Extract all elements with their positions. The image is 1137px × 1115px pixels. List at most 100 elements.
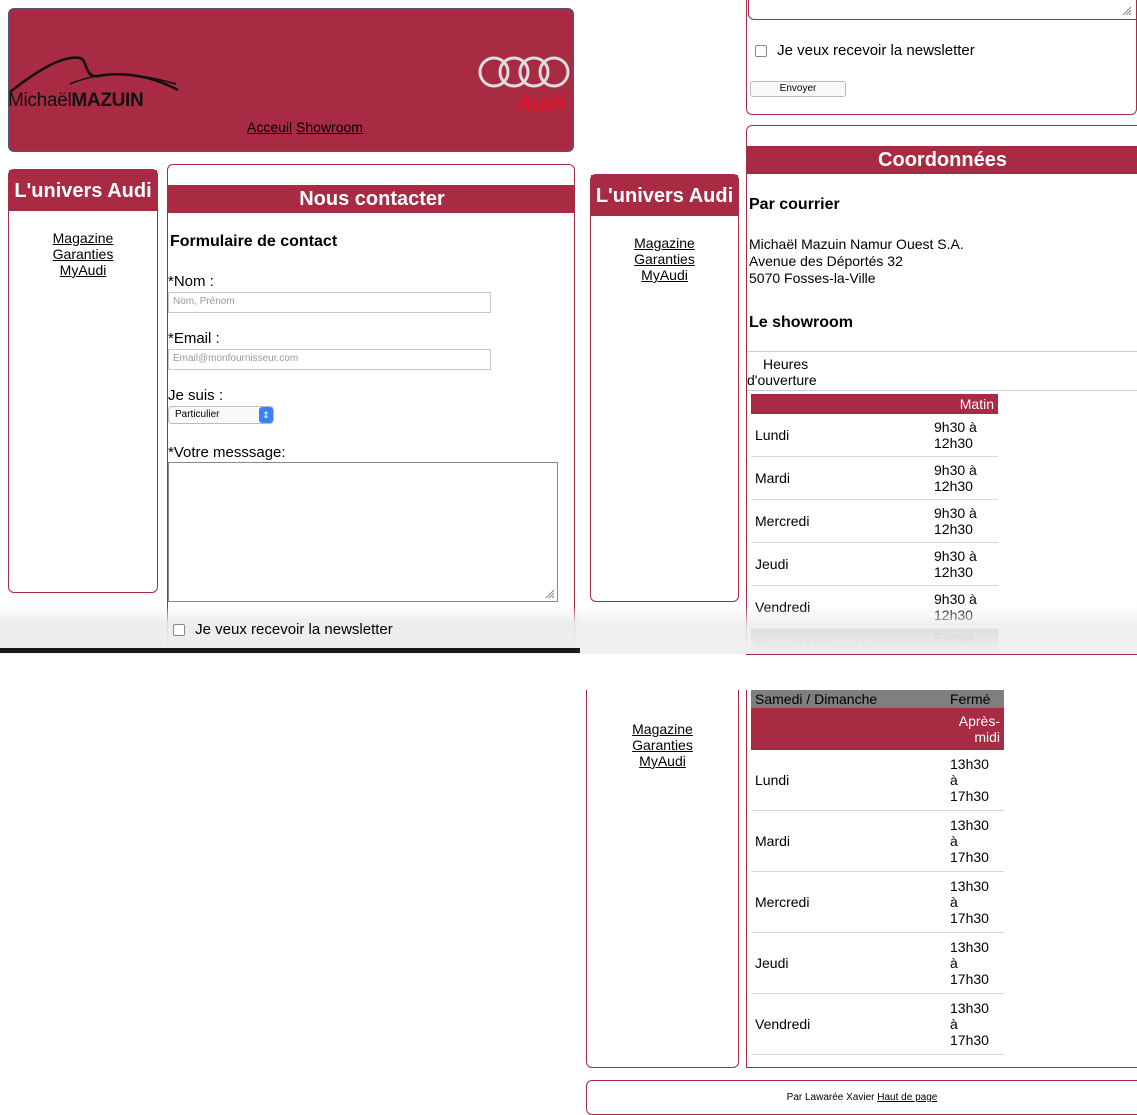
email-label: *Email :: [168, 330, 220, 347]
hours-cell: 13h30: [950, 939, 989, 955]
hours-cell: 17h30: [950, 910, 989, 926]
type-select[interactable]: Particulier ⇕: [168, 406, 274, 424]
sidebar-link-garanties[interactable]: Garanties: [634, 251, 695, 267]
sidebar-title: L'univers Audi: [9, 170, 157, 211]
day-cell: Mercredi: [751, 871, 949, 933]
sidebar-bottom: Magazine Garanties MyAudi: [586, 690, 739, 1068]
address-line: 5070 Fosses-la-Ville: [749, 270, 876, 286]
hours-cell: à: [950, 833, 958, 849]
day-cell: Jeudi: [751, 932, 949, 994]
afternoon-panel: Samedi / Dimanche Fermé Après-midi Lundi 1…: [746, 690, 1137, 1068]
message-label: *Votre messsage:: [168, 444, 286, 461]
day-cell: Vendredi: [751, 993, 949, 1055]
nav-showroom[interactable]: Showroom: [296, 119, 363, 135]
chevron-updown-icon: ⇕: [259, 407, 273, 423]
table-row: Jeudi 9h30 à 12h30: [751, 542, 998, 586]
contact-title: Nous contacter: [168, 185, 574, 213]
hours-cell: 17h30: [950, 849, 989, 865]
sidebar-link-magazine[interactable]: Magazine: [53, 230, 114, 246]
hours-cell: 13h30: [950, 817, 989, 833]
day-cell: Mardi: [751, 810, 949, 872]
hours-cell: à: [950, 772, 958, 788]
footer: Par Lawarée Xavier Haut de page: [586, 1080, 1137, 1115]
hours-cell: 9h30 à: [934, 505, 977, 521]
sidebar-link-magazine[interactable]: Magazine: [634, 235, 695, 251]
weekend-row: Samedi / Dimanche Fermé: [751, 690, 1004, 708]
address-line: Michaël Mazuin Namur Ouest S.A.: [749, 236, 964, 252]
hours-cell: à: [950, 894, 958, 910]
newsletter-checkbox[interactable]: [755, 45, 767, 58]
resize-handle-icon[interactable]: [545, 589, 555, 599]
table-row: Jeudi 13h30 à 17h30: [751, 932, 1004, 994]
day-cell: Lundi: [751, 750, 949, 811]
logo-text: MichaëlMAZUIN: [8, 90, 144, 111]
form-title: Formulaire de contact: [170, 233, 338, 250]
sidebar-link-myaudi[interactable]: MyAudi: [639, 753, 686, 769]
sidebar-right: L'univers Audi Magazine Garanties MyAudi: [590, 174, 739, 602]
sidebar-links: Magazine Garanties MyAudi: [9, 230, 157, 278]
morning-header-row: Matin: [751, 394, 998, 414]
sidebar-title: L'univers Audi: [591, 175, 738, 216]
day-cell: Lundi: [751, 414, 933, 457]
table-row: Vendredi 13h30 à 17h30: [751, 993, 1004, 1055]
hours-caption-2: d'ouverture: [747, 372, 817, 388]
hours-cell: Fermé: [950, 691, 991, 707]
hours-cell: 17h30: [950, 788, 989, 804]
hours-cell: 9h30 à: [934, 548, 977, 564]
hours-cell: 12h30: [934, 435, 973, 451]
newsletter-row: Je veux recevoir la newsletter: [173, 621, 393, 638]
email-input[interactable]: Email@monfournisseur.com: [168, 349, 491, 370]
sidebar-links: Magazine Garanties MyAudi: [587, 721, 738, 769]
hours-cell: à: [950, 955, 958, 971]
afternoon-header: midi: [974, 729, 1000, 745]
sidebar-link-myaudi[interactable]: MyAudi: [60, 262, 107, 278]
back-to-top-link[interactable]: Haut de page: [877, 1092, 937, 1103]
morning-header: Matin: [959, 396, 994, 412]
table-row: Mardi 9h30 à 12h30: [751, 456, 998, 500]
hours-cell: 12h30: [934, 521, 973, 537]
contact-panel: Nous contacter Formulaire de contact *No…: [167, 164, 575, 654]
audi-brand-text: Audi: [517, 92, 564, 115]
afternoon-table: Samedi / Dimanche Fermé Après-midi Lundi 1…: [751, 690, 1004, 1055]
sidebar-link-garanties[interactable]: Garanties: [53, 246, 114, 262]
hours-cell: 17h30: [950, 971, 989, 987]
type-select-value: Particulier: [175, 409, 220, 420]
afternoon-header-row: Après-midi: [751, 708, 1004, 750]
sidebar-link-myaudi[interactable]: MyAudi: [641, 267, 688, 283]
hours-cell: 9h30 à: [934, 462, 977, 478]
nav-acceuil[interactable]: Acceuil: [247, 119, 292, 135]
header-nav: Acceuil Showroom: [247, 119, 363, 135]
day-cell: Mercredi: [751, 499, 933, 543]
sidebar-link-garanties[interactable]: Garanties: [632, 737, 693, 753]
message-textarea[interactable]: [168, 462, 558, 602]
sidebar-left: L'univers Audi Magazine Garanties MyAudi: [8, 169, 158, 593]
hours-cell: 17h30: [950, 1032, 989, 1048]
hours-cell: 12h30: [934, 564, 973, 580]
day-cell: Jeudi: [751, 542, 933, 586]
hours-cell: 13h30: [950, 1000, 989, 1016]
hours-cell: à: [950, 1016, 958, 1032]
sidebar-link-magazine[interactable]: Magazine: [632, 721, 693, 737]
mail-title: Par courrier: [749, 196, 840, 213]
hours-caption: Heures d'ouverture: [747, 351, 1137, 391]
newsletter-label: Je veux recevoir la newsletter: [777, 42, 975, 59]
address-block: Michaël Mazuin Namur Ouest S.A. Avenue d…: [749, 236, 964, 287]
hours-cell: 12h30: [934, 478, 973, 494]
address-line: Avenue des Déportés 32: [749, 253, 903, 269]
audi-rings-icon: [478, 56, 570, 88]
submit-button[interactable]: Envoyer: [750, 81, 846, 97]
afternoon-header: Après-: [958, 713, 1000, 729]
hours-cell: 9h30 à: [934, 419, 977, 435]
coordinates-title: Coordonnées: [747, 146, 1137, 174]
footer-credit: Par Lawarée Xavier: [786, 1092, 875, 1103]
name-input[interactable]: Nom, Prénom: [168, 292, 491, 313]
type-label: Je suis :: [168, 387, 224, 404]
name-label: *Nom :: [168, 273, 214, 290]
sidebar-links: Magazine Garanties MyAudi: [591, 235, 738, 283]
table-row: Mardi 13h30 à 17h30: [751, 810, 1004, 872]
newsletter-label: Je veux recevoir la newsletter: [195, 621, 393, 638]
hours-cell: 13h30: [950, 878, 989, 894]
hours-cell: 9h30 à: [934, 591, 977, 607]
newsletter-checkbox[interactable]: [173, 624, 185, 637]
table-row: Lundi 13h30 à 17h30: [751, 750, 1004, 811]
